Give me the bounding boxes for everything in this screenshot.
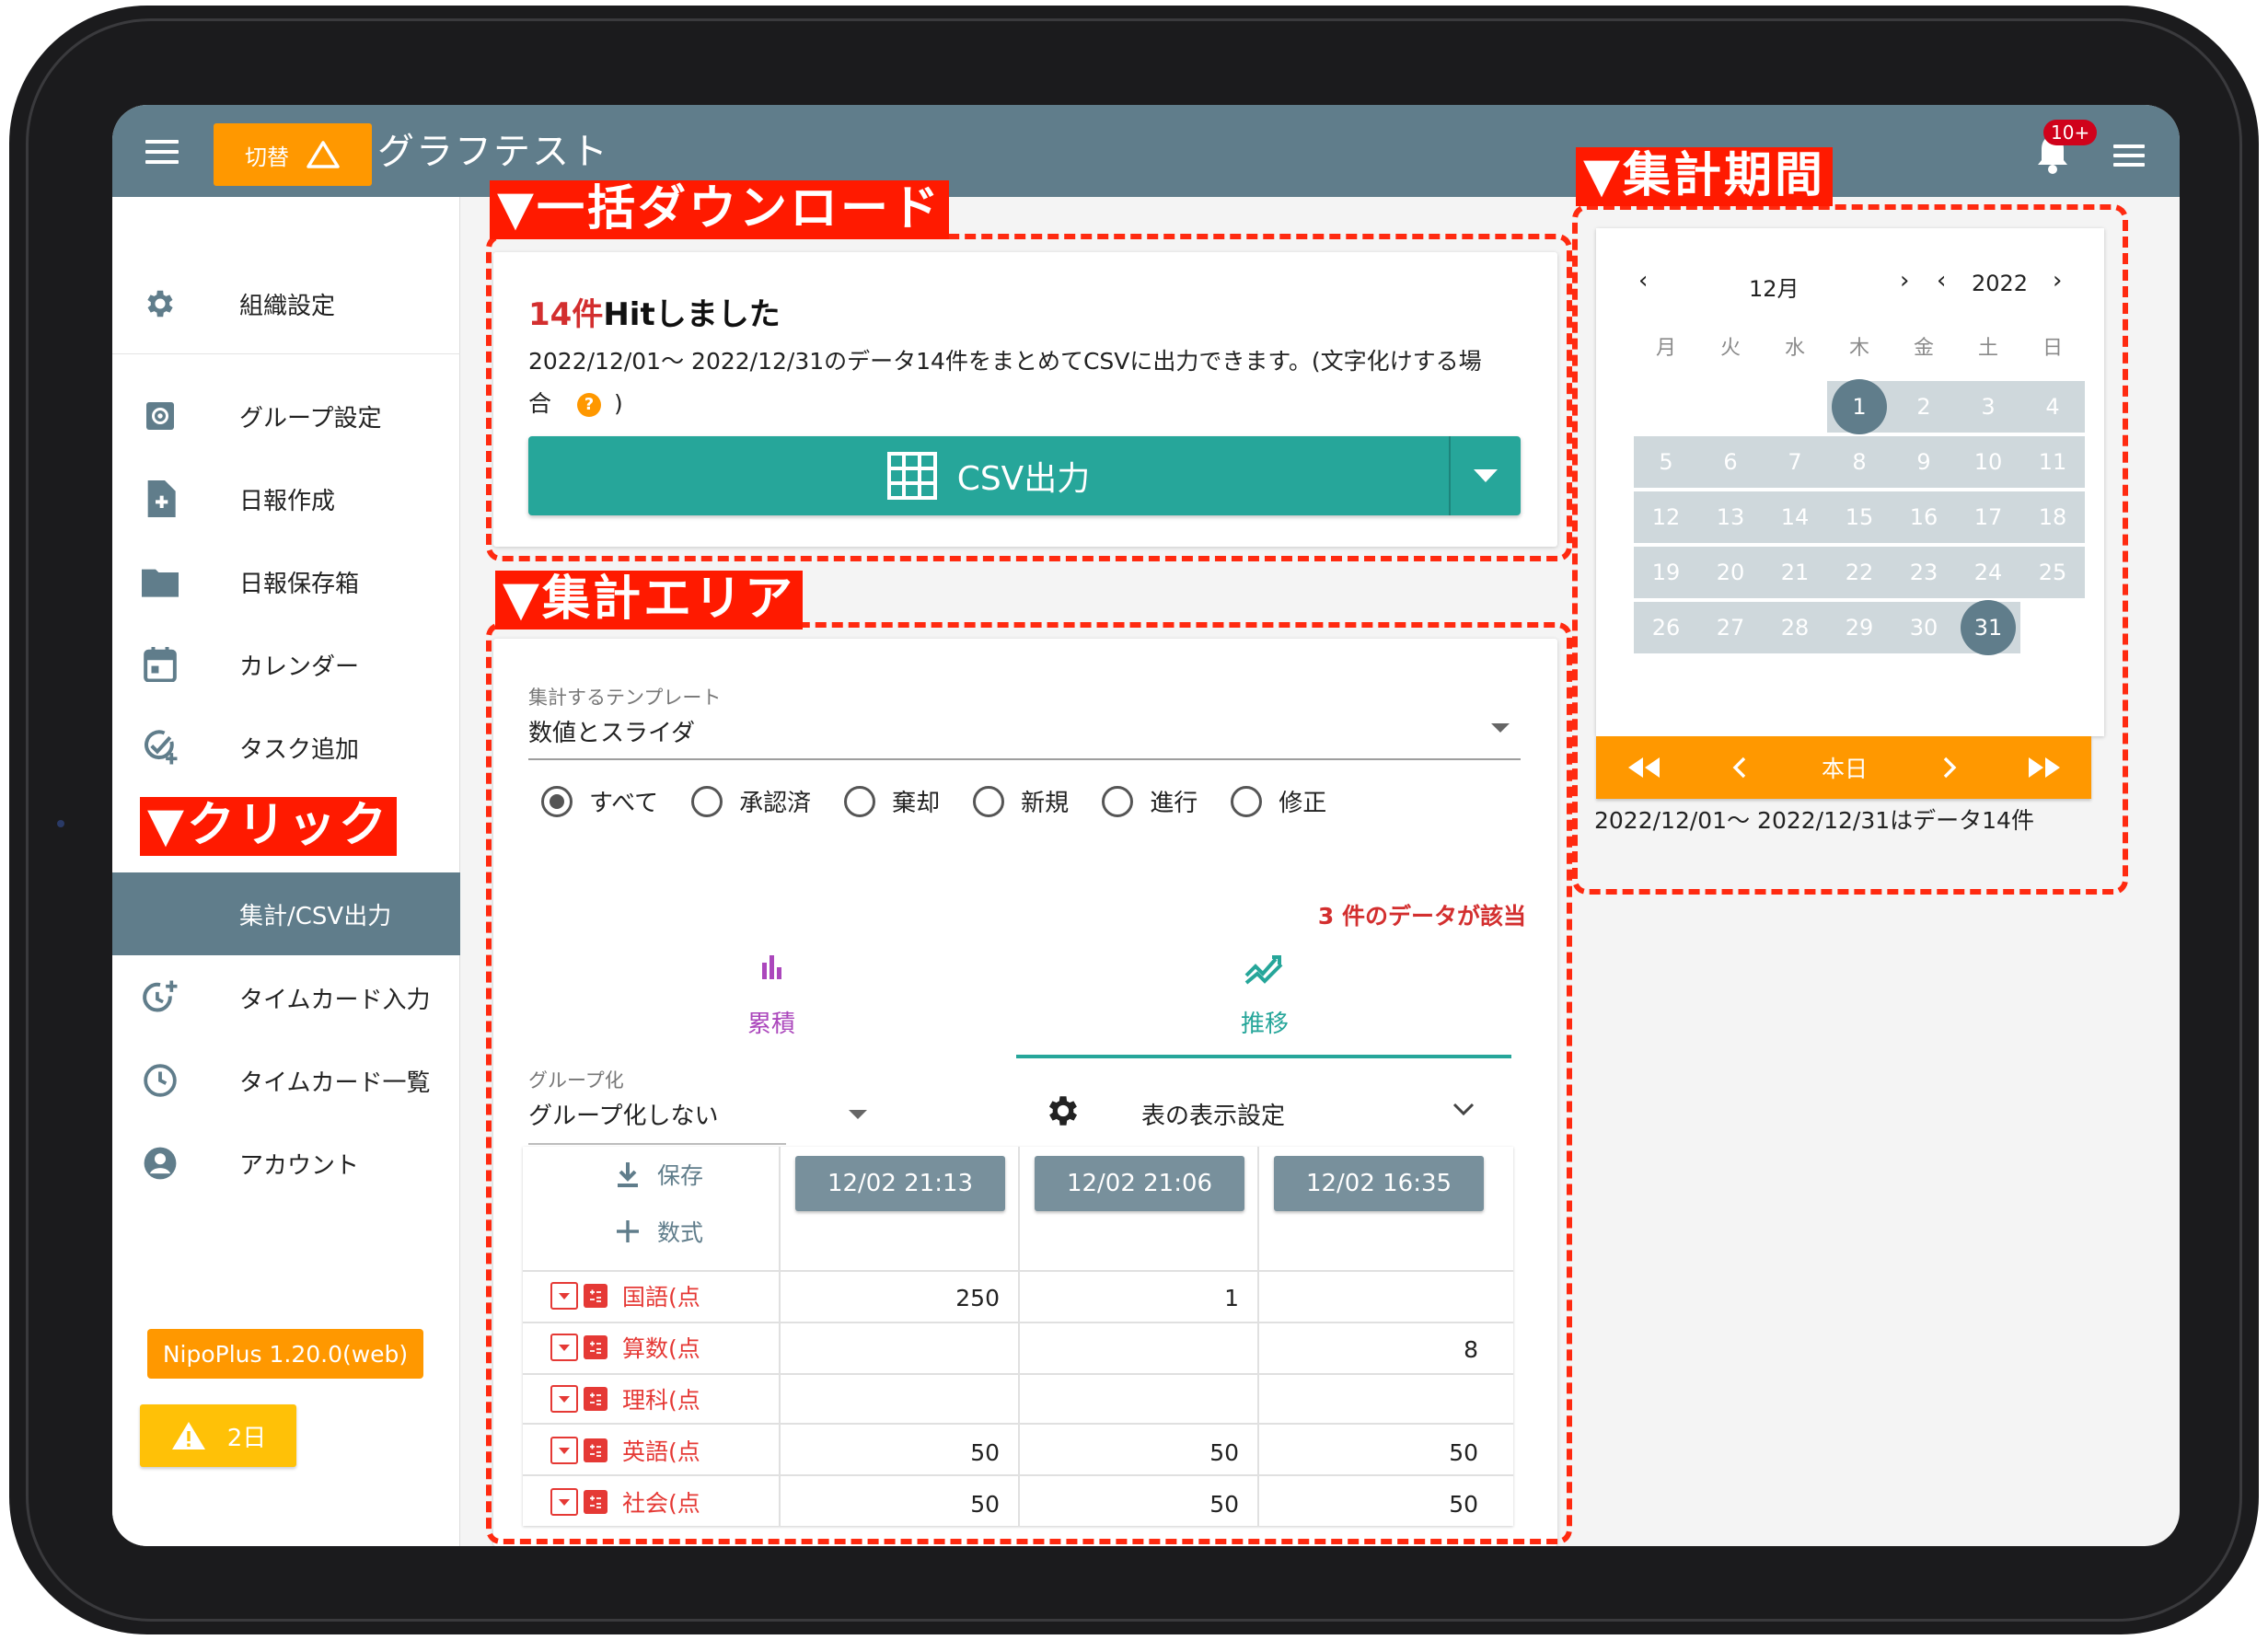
sidebar-item-add-task[interactable]: タスク追加 bbox=[112, 710, 460, 784]
annotation-click: ▼クリック bbox=[140, 797, 397, 856]
sidebar-item-label: 日報保存箱 bbox=[239, 570, 360, 598]
switch-button[interactable]: 切替 bbox=[214, 123, 372, 186]
sidebar-item-label: カレンダー bbox=[239, 653, 360, 681]
sidebar-item-label: 日報作成 bbox=[239, 487, 336, 515]
folder-icon bbox=[142, 563, 179, 600]
sidebar-item-label: 集計/CSV出力 bbox=[239, 902, 392, 930]
sidebar-item-timecard-input[interactable]: タイムカード入力 bbox=[112, 961, 460, 1034]
sidebar-item-account[interactable]: アカウント bbox=[112, 1126, 460, 1200]
sidebar-item-calendar[interactable]: カレンダー bbox=[112, 628, 460, 701]
sidebar-item-label: タイムカード入力 bbox=[239, 986, 431, 1014]
clock-icon bbox=[142, 1062, 179, 1099]
app-bar: 切替 グラフテスト 10+ bbox=[112, 105, 2180, 197]
calendar-icon bbox=[142, 646, 179, 683]
switch-label: 切替 bbox=[245, 144, 289, 170]
menu-icon[interactable] bbox=[145, 140, 179, 164]
notification-badge: 10+ bbox=[2043, 120, 2098, 145]
gear-icon bbox=[142, 285, 179, 322]
sidebar: 組織設定 グループ設定 日報作成 日報保存箱 カレンダー タスク追加 集計/CS… bbox=[112, 197, 460, 1546]
tablet-bezel: 切替 グラフテスト 10+ 組織設定 グループ設定 日報作成 日報保存箱 カレン… bbox=[9, 6, 2259, 1634]
warning-days-label: 2日 bbox=[226, 1424, 267, 1452]
warning-outline-icon bbox=[307, 141, 340, 168]
annotation-box-period bbox=[1572, 204, 2128, 895]
sidebar-item-aggregate-csv[interactable]: 集計/CSV出力 bbox=[112, 872, 460, 955]
sidebar-item-report-box[interactable]: 日報保存箱 bbox=[112, 545, 460, 618]
annotation-aggregation-area: ▼集計エリア bbox=[495, 571, 803, 629]
annotation-aggregation-period: ▼集計期間 bbox=[1576, 147, 1833, 206]
sidebar-item-label: グループ設定 bbox=[239, 404, 382, 433]
sidebar-item-label: アカウント bbox=[239, 1151, 360, 1180]
account-icon bbox=[142, 1145, 179, 1182]
sidebar-item-label: 組織設定 bbox=[239, 292, 336, 320]
sidebar-item-label: タイムカード一覧 bbox=[239, 1068, 431, 1097]
annotation-box-aggregation bbox=[486, 622, 1572, 1544]
page-title: グラフテスト bbox=[377, 131, 609, 173]
overflow-menu-icon[interactable] bbox=[2113, 144, 2145, 167]
new-document-icon bbox=[142, 480, 179, 517]
sidebar-item-create-report[interactable]: 日報作成 bbox=[112, 462, 460, 536]
annotation-bulk-download: ▼一括ダウンロード bbox=[490, 180, 949, 239]
add-clock-icon bbox=[142, 979, 179, 1016]
sidebar-item-label: タスク追加 bbox=[239, 735, 360, 764]
annotation-box-bulk-download bbox=[486, 234, 1572, 561]
version-button[interactable]: NipoPlus 1.20.0(web) bbox=[147, 1329, 423, 1379]
warning-days-button[interactable]: 2日 bbox=[140, 1404, 296, 1467]
sidebar-item-group-settings[interactable]: グループ設定 bbox=[112, 379, 460, 453]
app-screen: 切替 グラフテスト 10+ 組織設定 グループ設定 日報作成 日報保存箱 カレン… bbox=[112, 105, 2180, 1546]
sidebar-item-org-settings[interactable]: 組織設定 bbox=[112, 267, 460, 341]
group-settings-icon bbox=[142, 398, 179, 434]
front-camera bbox=[57, 820, 64, 827]
sidebar-divider bbox=[112, 353, 460, 354]
add-task-icon bbox=[142, 729, 179, 766]
sidebar-item-timecard-list[interactable]: タイムカード一覧 bbox=[112, 1044, 460, 1117]
warning-icon bbox=[171, 1422, 205, 1449]
